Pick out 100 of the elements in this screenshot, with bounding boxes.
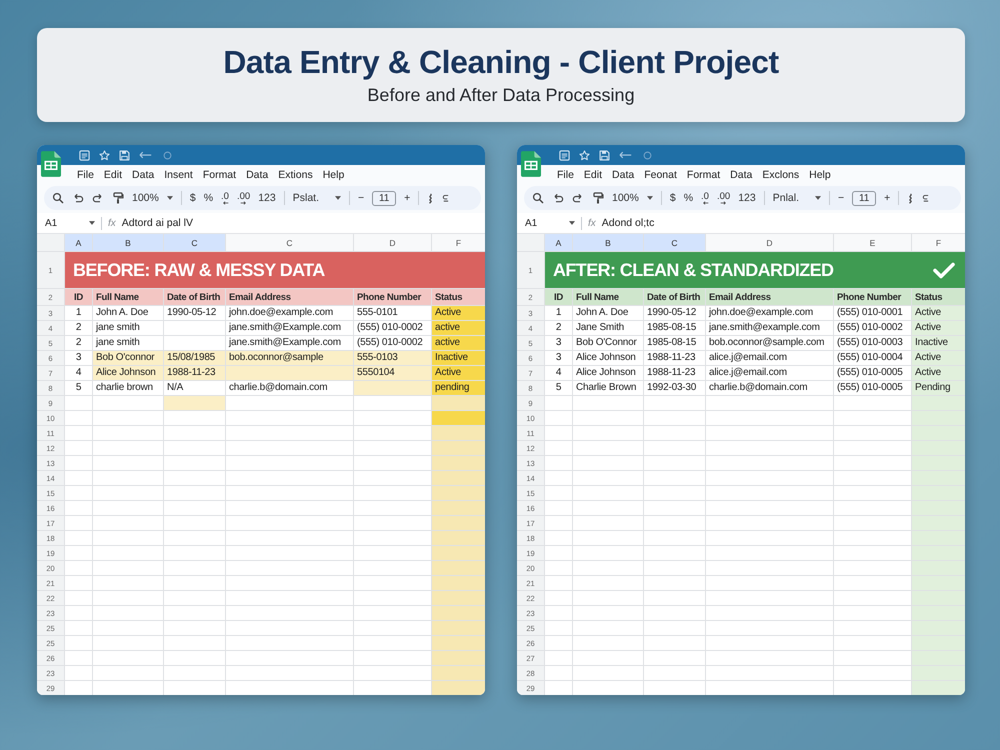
table-cell <box>573 681 643 695</box>
document-icon[interactable] <box>559 150 570 160</box>
table-cell: jane.smith@Example.com <box>226 336 353 350</box>
increase-decimals-button[interactable]: .00 <box>236 192 250 204</box>
table-cell: (555) 010-0004 <box>834 351 911 365</box>
table-cell: active <box>432 321 485 335</box>
table-cell <box>65 666 92 680</box>
paint-roller-icon[interactable] <box>592 192 604 204</box>
squiggle-icon[interactable] <box>427 192 434 204</box>
curve-icon[interactable] <box>922 192 930 204</box>
menu-item[interactable]: Data <box>608 168 638 182</box>
left-arrow-icon[interactable] <box>619 150 634 160</box>
font-dropdown[interactable]: Pslat. <box>292 192 341 204</box>
star-icon[interactable] <box>99 150 110 160</box>
column-header[interactable]: D <box>706 234 833 251</box>
menu-item[interactable]: Data <box>726 168 756 182</box>
menu-item[interactable]: Help <box>318 168 348 182</box>
menu-item[interactable]: Data <box>128 168 158 182</box>
font-dropdown[interactable]: Pnlal. <box>772 192 821 204</box>
redo-icon[interactable] <box>92 192 104 204</box>
menu-item[interactable]: Insent <box>160 168 197 182</box>
decrease-font-size-button[interactable]: − <box>838 192 844 204</box>
paint-roller-icon[interactable] <box>112 192 124 204</box>
table-cell <box>573 636 643 650</box>
menu-item[interactable]: Format <box>198 168 240 182</box>
table-cell: bob.oconnor@sample <box>226 351 353 365</box>
column-header[interactable]: E <box>834 234 911 251</box>
menu-item[interactable]: Edit <box>580 168 606 182</box>
left-arrow-icon[interactable] <box>139 150 154 160</box>
table-cell: 1 <box>65 306 92 320</box>
column-header[interactable]: C <box>164 234 225 251</box>
column-header[interactable]: A <box>545 234 572 251</box>
undo-icon[interactable] <box>552 192 564 204</box>
star-icon[interactable] <box>579 150 590 160</box>
increase-font-size-button[interactable]: + <box>404 192 410 204</box>
table-cell: (555) 010-0002 <box>354 336 431 350</box>
table-cell <box>545 681 572 695</box>
menu-item[interactable]: Feonat <box>640 168 681 182</box>
spreadsheet-icon[interactable] <box>521 151 541 177</box>
table-cell <box>644 471 705 485</box>
document-icon[interactable] <box>79 150 90 160</box>
table-cell: john.doe@example.com <box>706 306 833 320</box>
table-cell <box>573 426 643 440</box>
font-size-field[interactable]: 11 <box>852 190 876 206</box>
table-cell <box>164 681 225 695</box>
table-cell: 3 <box>65 351 92 365</box>
formula-field[interactable]: Adond ol;tc <box>602 217 654 229</box>
table-cell: Pending <box>912 381 965 395</box>
formula-field[interactable]: Adtord ai pal lV <box>122 217 193 229</box>
search-icon[interactable] <box>532 192 544 204</box>
menu-item[interactable]: File <box>73 168 98 182</box>
percent-button[interactable]: % <box>684 192 694 204</box>
redo-icon[interactable] <box>572 192 584 204</box>
decrease-font-size-button[interactable]: − <box>358 192 364 204</box>
column-header[interactable]: C <box>226 234 353 251</box>
column-header[interactable]: D <box>354 234 431 251</box>
decrease-decimals-button[interactable]: .0 <box>701 192 709 204</box>
table-cell <box>93 441 163 455</box>
menu-item[interactable]: Help <box>805 168 835 182</box>
column-header[interactable]: C <box>644 234 705 251</box>
column-header[interactable]: A <box>65 234 92 251</box>
menu-item[interactable]: Edit <box>100 168 126 182</box>
column-header[interactable]: F <box>432 234 485 251</box>
banner-title: AFTER: CLEAN & STANDARDIZED <box>553 260 834 280</box>
table-cell <box>644 441 705 455</box>
table-cell <box>93 411 163 425</box>
menu-item[interactable]: Format <box>682 168 724 182</box>
decrease-decimals-button[interactable]: .0 <box>221 192 229 204</box>
zoom-dropdown[interactable]: 100% <box>132 192 173 204</box>
name-box[interactable]: A1 <box>525 218 575 228</box>
zoom-dropdown[interactable]: 100% <box>612 192 653 204</box>
table-cell <box>65 651 92 665</box>
menu-item[interactable]: Exclons <box>758 168 804 182</box>
search-icon[interactable] <box>52 192 64 204</box>
currency-button[interactable]: $ <box>190 192 196 204</box>
menu-item[interactable]: File <box>553 168 578 182</box>
column-header[interactable]: B <box>93 234 163 251</box>
increase-decimals-button[interactable]: .00 <box>716 192 730 204</box>
currency-button[interactable]: $ <box>670 192 676 204</box>
number-format-button[interactable]: 123 <box>258 192 276 204</box>
increase-font-size-button[interactable]: + <box>884 192 890 204</box>
menu-item[interactable]: Data <box>242 168 272 182</box>
percent-button[interactable]: % <box>204 192 214 204</box>
column-header[interactable]: B <box>573 234 643 251</box>
undo-icon[interactable] <box>72 192 84 204</box>
column-header[interactable]: F <box>912 234 965 251</box>
table-cell <box>93 501 163 515</box>
name-box[interactable]: A1 <box>45 218 95 228</box>
save-icon[interactable] <box>119 150 130 160</box>
menu-item[interactable]: Extions <box>274 168 317 182</box>
table-cell <box>545 441 572 455</box>
spreadsheet-icon[interactable] <box>41 151 61 177</box>
font-size-field[interactable]: 11 <box>372 190 396 206</box>
column-heading: Status <box>912 289 965 305</box>
table-cell <box>573 486 643 500</box>
curve-icon[interactable] <box>442 192 450 204</box>
number-format-button[interactable]: 123 <box>738 192 756 204</box>
table-cell: charlie.b@domain.com <box>706 381 833 395</box>
squiggle-icon[interactable] <box>907 192 914 204</box>
save-icon[interactable] <box>599 150 610 160</box>
